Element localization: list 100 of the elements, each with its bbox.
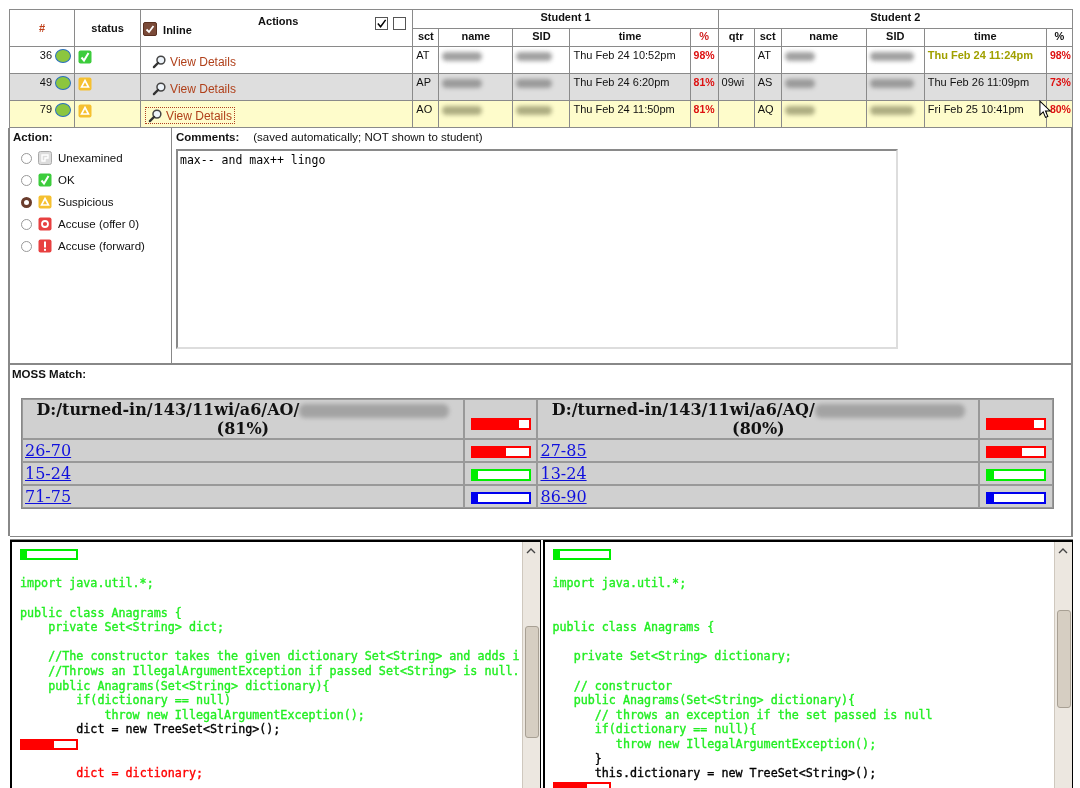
code-line: throw new IllegalArgumentException(); (104, 707, 365, 722)
column-header[interactable]: time (618, 29, 642, 42)
range-link[interactable]: 86-90 (540, 487, 587, 506)
match-marker (552, 548, 611, 560)
group-header: Student 1 (540, 11, 591, 23)
blurred-redaction (784, 52, 815, 61)
search-icon (152, 54, 168, 69)
scrollbar-thumb[interactable] (1057, 610, 1071, 708)
radio-button[interactable] (21, 152, 32, 164)
range-link[interactable]: 15-24 (25, 464, 72, 483)
search-icon (148, 108, 164, 123)
inline-checkbox[interactable] (143, 22, 158, 36)
section-title: MOSS Match: (12, 368, 88, 380)
table-cell: 81% (693, 76, 715, 88)
table-cell: Thu Feb 24 11:24pm (927, 49, 1033, 61)
blurred-redaction (784, 106, 815, 115)
mouse-pointer-icon (1039, 100, 1052, 119)
table-cell: 09wi (721, 76, 745, 88)
scroll-up-icon[interactable] (525, 548, 536, 554)
scroll-up-icon[interactable] (1058, 548, 1068, 554)
code-line: this.dictionary = new TreeSet<String>(); (594, 766, 877, 781)
table-cell: AT (757, 49, 771, 61)
match-bar (470, 445, 531, 458)
blurred-redaction (442, 79, 483, 88)
comments-note: (saved automatically; NOT shown to student) (253, 131, 483, 143)
select-checkbox[interactable] (393, 17, 407, 30)
search-icon (152, 81, 168, 96)
match-bar (986, 418, 1047, 430)
blurred-redaction (516, 79, 553, 88)
match-bar (986, 468, 1047, 481)
radio-button[interactable] (21, 218, 32, 230)
code-line: private Set<String> dict; (48, 620, 225, 635)
table-cell: 98% (693, 49, 715, 61)
match-bar (986, 491, 1047, 504)
match-bar (470, 418, 531, 430)
unexamined-status-icon (38, 151, 52, 165)
radio-button[interactable] (21, 240, 32, 252)
accuse-forward-status-icon (38, 239, 52, 253)
code-line: } (594, 751, 602, 766)
scrollbar[interactable] (521, 542, 540, 788)
table-cell: AO (416, 103, 433, 115)
result-row[interactable]: 79 View Details AO Thu Feb 24 11:50pm 81% AQ Fri Feb 25 10:41pm 80% (9, 100, 1073, 128)
ok-status-icon (78, 50, 93, 64)
column-header: Actions (258, 15, 299, 27)
match-marker (20, 548, 78, 560)
table-cell: AS (757, 76, 773, 88)
range-link[interactable]: 26-70 (25, 441, 72, 460)
suspicious-status-icon (78, 77, 93, 91)
range-link[interactable]: 13-24 (540, 464, 587, 483)
code-line: public class Anagrams { (20, 605, 182, 620)
code-line: //The constructor takes the given dictionary Set<String> and adds i (48, 649, 520, 664)
result-row[interactable]: 49 View Details AP Thu Feb 24 6:20pm 81% 09wi AS Thu Feb 26 11:09pm 73% (9, 73, 1073, 101)
column-header[interactable]: status (91, 22, 124, 34)
code-line: private Set<String> dictionary; (573, 649, 792, 664)
panel-title: Comments: (176, 131, 240, 143)
code-line: public class Anagrams { (552, 620, 715, 635)
blurred-redaction (869, 106, 914, 115)
table-cell: Thu Feb 24 6:20pm (573, 76, 670, 88)
table-cell: 49 (39, 76, 53, 88)
file-path: D:/turned-in/143/11wi/a6/AQ/ (551, 400, 815, 419)
match-percent: (81%) (216, 419, 270, 438)
table-cell: Thu Feb 26 11:09pm (927, 76, 1030, 88)
table-cell: AQ (757, 103, 774, 115)
blurred-redaction (516, 52, 553, 61)
range-link[interactable]: 27-85 (540, 441, 587, 460)
code-line: dict = new TreeSet<String>(); (76, 722, 281, 737)
radio-button[interactable] (21, 196, 32, 208)
suspicious-status-icon (78, 104, 93, 118)
view-details-link[interactable]: View Details (145, 107, 235, 124)
radio-button[interactable] (21, 174, 32, 186)
result-row[interactable]: 36 View Details AT Thu Feb 24 10:52pm 98% AT Thu Feb 24 11:24pm 98% (9, 46, 1073, 74)
scrollbar-thumb[interactable] (524, 626, 539, 738)
table-cell: 80% (1049, 103, 1071, 115)
scrollbar[interactable] (1054, 542, 1072, 788)
range-link[interactable]: 71-75 (25, 487, 72, 506)
blurred-redaction (516, 106, 553, 115)
option-label: Unexamined (58, 152, 123, 164)
select-checkbox[interactable] (375, 17, 389, 30)
table-cell: 36 (39, 49, 53, 61)
code-line: public Anagrams(Set<String> dictionary){ (48, 678, 330, 693)
match-bar (986, 445, 1047, 458)
checkbox-label: Inline (163, 24, 192, 36)
option-label: Suspicious (58, 196, 114, 208)
match-bar (470, 468, 531, 481)
code-line: dict = dictionary; (76, 766, 203, 781)
table-cell: Thu Feb 24 11:50pm (573, 103, 675, 115)
table-cell: Fri Feb 25 10:41pm (927, 103, 1024, 115)
column-header[interactable]: time (974, 29, 997, 42)
comments-field[interactable]: max-- and max++ lingo (176, 149, 898, 349)
blurred-redaction (442, 52, 483, 61)
code-line: import java.util.*; (552, 576, 687, 591)
blurred-redaction (442, 106, 483, 115)
panel-title: Action: (13, 131, 54, 143)
match-bar (470, 491, 531, 504)
code-line: import java.util.*; (20, 576, 154, 591)
option-label: OK (58, 174, 75, 186)
match-marker (20, 738, 78, 750)
column-header[interactable]: # (38, 22, 46, 34)
table-cell: AT (416, 49, 430, 61)
accuse-offer-status-icon (38, 217, 52, 231)
